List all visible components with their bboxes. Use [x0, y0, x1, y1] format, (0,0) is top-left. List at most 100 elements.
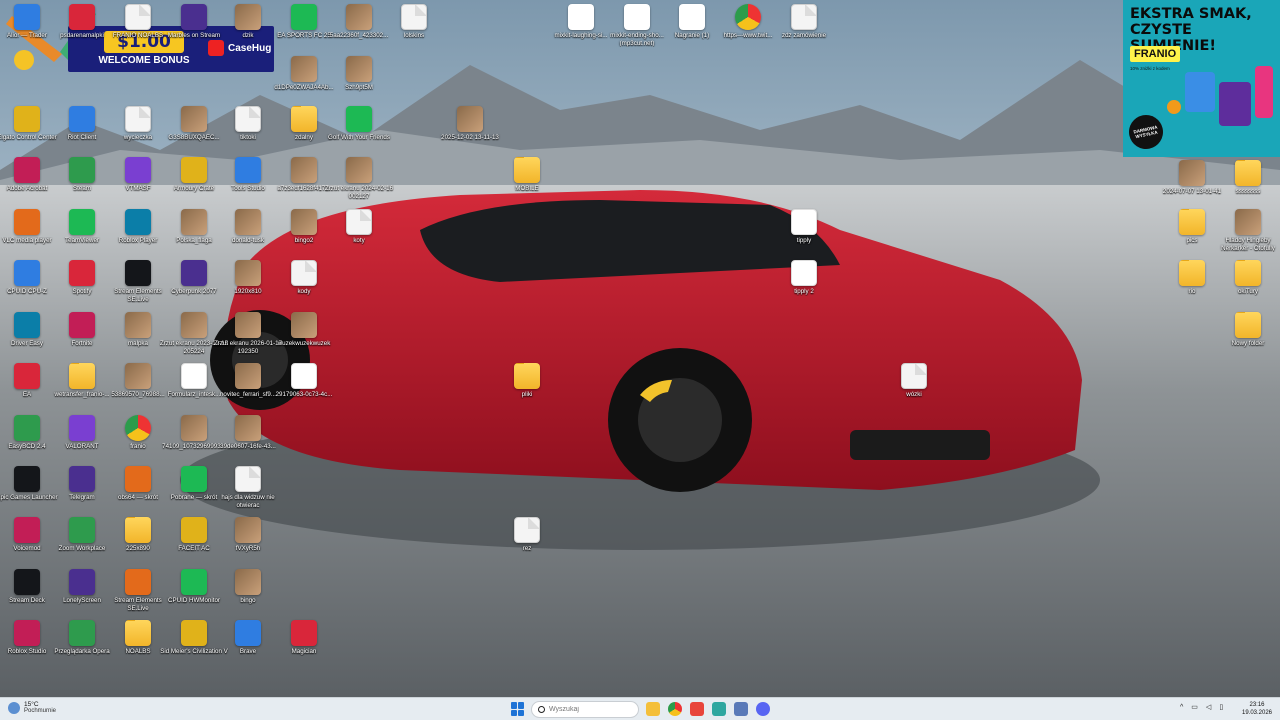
free-shipping-stamp: DARMOWA WYSYŁKA — [1125, 111, 1167, 153]
battery-icon[interactable]: ▯ — [1219, 703, 1223, 711]
desktop-icon[interactable]: Magician — [276, 620, 332, 656]
image-icon — [291, 157, 317, 183]
windows-logo-icon — [518, 709, 524, 716]
show-hidden-icons-button[interactable]: ^ — [1180, 704, 1183, 711]
casehug-brand-label: CaseHug — [228, 42, 272, 54]
desktop-icon[interactable]: Fortnite — [54, 312, 110, 348]
windows-logo-icon — [511, 702, 517, 709]
file-explorer-taskbar-icon[interactable] — [646, 702, 660, 716]
desktop-icon[interactable]: psdarenamalpki — [54, 4, 110, 40]
desktop-icon[interactable]: wózki — [886, 363, 942, 399]
desktop-icon[interactable]: donald-tusk — [220, 209, 276, 245]
volume-icon[interactable]: ◁ — [1206, 703, 1211, 711]
desktop-icon[interactable]: lolskins — [386, 4, 442, 40]
desktop-icon[interactable]: TeamViewer — [54, 209, 110, 245]
clock[interactable]: 23:16 19.03.2026 — [1240, 701, 1274, 717]
desktop-icon[interactable]: pics — [1164, 209, 1220, 245]
desktop-icon[interactable]: Roblox Player — [110, 209, 166, 245]
desktop-icon[interactable]: malpka — [110, 312, 166, 348]
desktop-icon[interactable]: Przeglądarka Opera — [54, 620, 110, 656]
desktop-icon[interactable]: VALORANT — [54, 415, 110, 451]
start-button[interactable] — [511, 702, 525, 716]
desktop-icon[interactable]: novitec_ferrari_sf9... — [220, 363, 276, 399]
desktop-icon[interactable]: Brave — [220, 620, 276, 656]
desktop-icon[interactable]: https---www.twit... — [720, 4, 776, 40]
desktop-icon[interactable]: Zrzut ekranu 2026-01-17 192350 — [214, 312, 282, 355]
desktop-icon[interactable]: tiktoki — [220, 106, 276, 142]
discord-taskbar-icon[interactable] — [756, 702, 770, 716]
desktop-icon[interactable]: franio — [110, 415, 166, 451]
desktop-icon[interactable]: Telegram — [54, 466, 110, 502]
desktop-icon[interactable]: ▶ mixkit-ending-sho... (mp3cut.net) — [609, 4, 665, 47]
desktop-icon[interactable]: kody — [276, 260, 332, 296]
desktop-icon[interactable]: 2025-12-02 13-11-13 — [441, 106, 499, 142]
folder-icon — [125, 620, 151, 646]
app-icon — [69, 620, 95, 646]
desktop-icon[interactable]: bingo — [220, 569, 276, 605]
desktop-icon[interactable]: ▶ Nagranie (1) — [664, 4, 720, 40]
desktop-icon[interactable]: Nowy folder — [1220, 312, 1276, 348]
desktop-icon-label: tipply — [796, 237, 812, 244]
desktop-icon[interactable]: LonelyScreen — [54, 569, 110, 605]
search-input[interactable] — [549, 706, 629, 713]
desktop-icon[interactable]: Tools Studio — [220, 157, 276, 193]
casehug-logo-icon — [208, 40, 224, 56]
desktop-icon[interactable]: FRANIO NOALBS — [110, 4, 166, 40]
network-icon[interactable]: ▭ — [1191, 703, 1198, 711]
desktop-icon[interactable]: fVXyR5h — [220, 517, 276, 553]
desktop-icon[interactable]: wuzekwuzekwuzek — [276, 312, 332, 348]
desktop-icon[interactable]: ▶ mixkit-laughing-si... — [553, 4, 609, 40]
desktop-icon[interactable]: Szh9pt5M — [331, 56, 387, 92]
desktop-icon[interactable]: Riot Client — [54, 106, 110, 142]
image-icon — [291, 312, 317, 338]
desktop-icon[interactable]: 53869570_76988... — [110, 363, 166, 399]
desktop-icon[interactable]: Spotify — [54, 260, 110, 296]
desktop-icon[interactable]: 225x890 — [110, 517, 166, 553]
desktop-icon[interactable]: wetransfer_franio-... — [54, 363, 110, 399]
franio-ad-banner[interactable]: EKSTRA SMAK, CZYSTE SUMIENIE! FRANIO 10%… — [1123, 0, 1280, 157]
desktop-icon[interactable]: Zrzut ekranu 2024-02-16 002127 — [325, 157, 393, 200]
desktop-icon[interactable]: zdz zamówienie — [776, 4, 832, 40]
folder-icon — [1179, 260, 1205, 286]
desktop-icon[interactable]: rio — [1164, 260, 1220, 296]
desktop-icon[interactable]: 2024-07-07 13-01-41 — [1163, 160, 1221, 196]
desktop-icon[interactable]: obs64 — skrót — [110, 466, 166, 502]
desktop-icon[interactable]: Stream Elements SE.Live — [110, 569, 166, 612]
desktop-icon-label: zdz zamówienie — [781, 32, 827, 39]
desktop-icon[interactable]: ssssssss — [1220, 160, 1276, 196]
desktop-icon[interactable]: wycieczka — [110, 106, 166, 142]
app-taskbar-icon[interactable] — [734, 702, 748, 716]
desktop-icon[interactable]: Stream Elements SE.Live — [110, 260, 166, 303]
image-icon — [235, 209, 261, 235]
desktop-icon[interactable]: VTMASF — [110, 157, 166, 193]
photoshop-taskbar-icon[interactable] — [690, 702, 704, 716]
notepad-taskbar-icon[interactable] — [712, 702, 726, 716]
image-icon — [181, 312, 207, 338]
desktop-icon[interactable]: koty — [331, 209, 387, 245]
app-icon — [14, 466, 40, 492]
weather-widget[interactable]: 15°C Pochmurnie — [8, 701, 56, 715]
desktop-icon[interactable]: hajs dla widzuw nie otwierac — [220, 466, 276, 509]
desktop-icon[interactable]: 39de0607-16fe-43... — [220, 415, 276, 451]
desktop-icon[interactable]: pliki — [499, 363, 555, 399]
desktop-icon[interactable]: Golf With Your Friends — [328, 106, 390, 142]
chrome-taskbar-icon[interactable] — [668, 702, 682, 716]
desktop-icon[interactable]: okiTury — [1220, 260, 1276, 296]
desktop-icon[interactable]: Zoom Workplace — [54, 517, 110, 553]
desktop-icon[interactable]: Steam — [54, 157, 110, 193]
desktop-icon[interactable]: dzik — [220, 4, 276, 40]
desktop-icon[interactable]: PDF 29179063-0c73-4c... — [276, 363, 332, 399]
pdf-icon: PDF — [291, 363, 317, 389]
app-icon — [14, 517, 40, 543]
video-icon — [1179, 160, 1205, 186]
folder-icon — [1235, 260, 1261, 286]
taskbar-search[interactable] — [531, 701, 639, 718]
desktop-icon[interactable]: rez — [499, 517, 555, 553]
desktop-icon[interactable]: Hladdy Hingleby Nerkarker - Otofully — [1220, 209, 1276, 252]
desktop-icon[interactable]: PDF tipply — [776, 209, 832, 245]
app-icon — [69, 569, 95, 595]
desktop-icon[interactable]: NOALBS — [110, 620, 166, 656]
desktop-icon[interactable]: MOBILE — [499, 157, 555, 193]
desktop-icon[interactable]: 1920x810 — [220, 260, 276, 296]
desktop-icon[interactable]: PDF tipply 2 — [776, 260, 832, 296]
